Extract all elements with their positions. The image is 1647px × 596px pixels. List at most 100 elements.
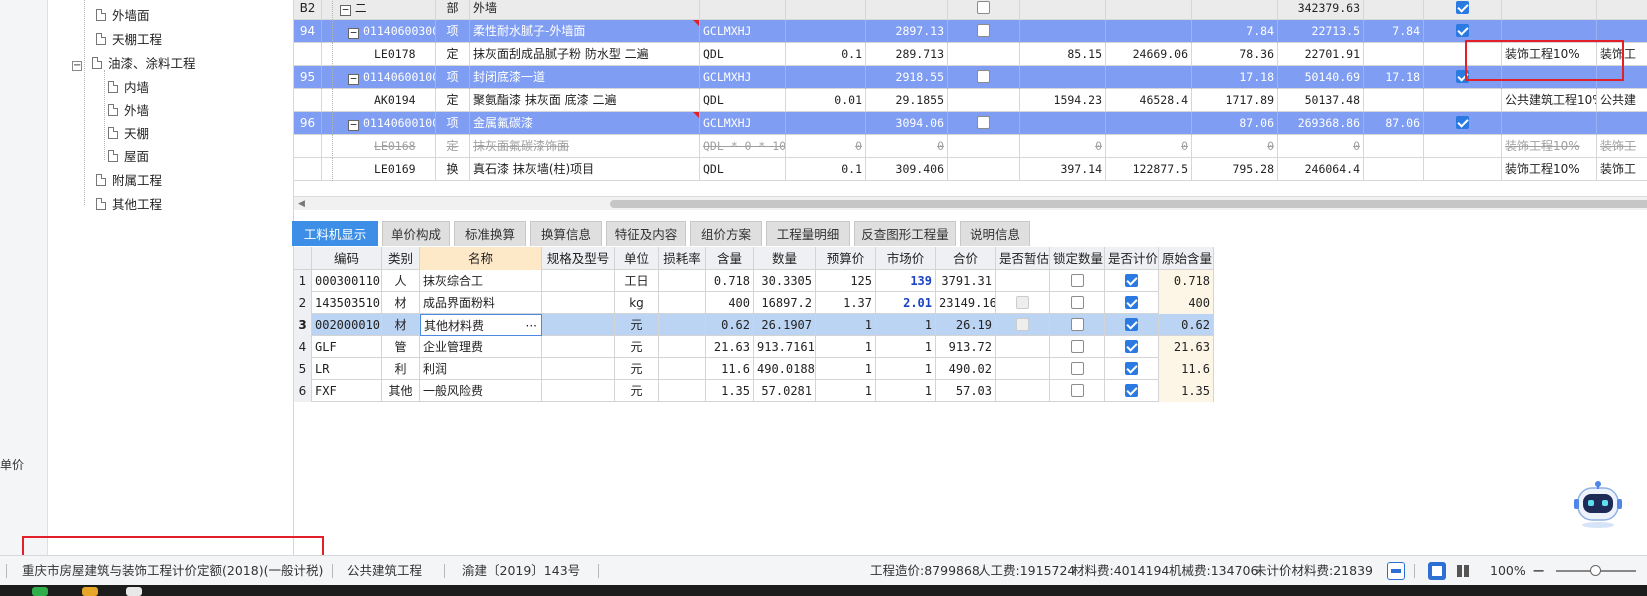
- tree-item-interior-wall[interactable]: 内墙: [108, 78, 149, 98]
- resource-row[interactable]: 4 GLF 管 企业管理费 元 21.63 913.7161 1 1 913.72 21.63: [294, 336, 1214, 358]
- column-header[interactable]: 预算价: [816, 247, 876, 270]
- resource-cell-est[interactable]: [996, 358, 1050, 380]
- bill-cell-chk[interactable]: [948, 89, 1020, 112]
- column-header[interactable]: 含量: [706, 247, 754, 270]
- resource-cell-priced[interactable]: [1105, 270, 1159, 292]
- tree-item-ancillary-works[interactable]: 附属工程: [96, 171, 162, 191]
- collapse-toggle-icon[interactable]: −: [340, 4, 351, 16]
- column-header[interactable]: 编码: [312, 247, 382, 270]
- project-type-label[interactable]: 公共建筑工程: [347, 556, 422, 586]
- bill-row[interactable]: LE0178 定抹灰面刮成品腻子粉 防水型 二遍 QDL 0.1 289.713 85.1…: [294, 43, 1647, 66]
- resource-cell-lock[interactable]: [1050, 358, 1105, 380]
- bill-row[interactable]: 95 −011406001001 项封闭底漆一道 GCLMXHJ 2918.55 17.1…: [294, 66, 1647, 89]
- bill-cell-chk2[interactable]: [1424, 89, 1502, 112]
- bill-cell-chk[interactable]: [948, 43, 1020, 66]
- tree-item-other-works[interactable]: 其他工程: [96, 195, 162, 215]
- collapse-toggle-icon[interactable]: −: [72, 61, 82, 71]
- split-view-icon[interactable]: [1454, 562, 1472, 580]
- checked-checkbox-icon[interactable]: [1125, 384, 1138, 397]
- zoom-slider-knob[interactable]: [1590, 565, 1601, 576]
- resource-row[interactable]: 1 000300110 人 抹灰综合工 工日 0.718 30.3305 125 139 3791…: [294, 270, 1214, 292]
- resource-row[interactable]: 3 002000010 材 其他材料费 ··· 元 0.62 26.1907 1 1 26.19 0.…: [294, 314, 1214, 336]
- bill-cell-chk2[interactable]: [1424, 112, 1502, 135]
- bill-row[interactable]: LE0169 换真石漆 抹灰墙(柱)项目 QDL 0.1 309.406 397.14 12…: [294, 158, 1647, 181]
- checkbox-icon[interactable]: [977, 116, 990, 129]
- quota-library-label[interactable]: 重庆市房屋建筑与装饰工程计价定额(2018)(一般计税): [22, 556, 323, 586]
- single-view-icon[interactable]: [1428, 562, 1446, 580]
- resource-cell-lock[interactable]: [1050, 314, 1105, 336]
- zoom-out-button[interactable]: −: [1532, 556, 1545, 586]
- tree-item-roof[interactable]: 屋面: [108, 147, 149, 167]
- resource-cell-est[interactable]: [996, 292, 1050, 314]
- resource-cell-name[interactable]: 利润: [420, 358, 542, 380]
- tree-item-ceiling-works[interactable]: 天棚工程: [96, 30, 162, 50]
- checkbox-icon[interactable]: [1070, 362, 1084, 375]
- bill-row[interactable]: LE0168 定抹灰面氟碳漆饰面 QDL * 0 * 10 0 0 0 0 0 0 装饰工程10%…: [294, 135, 1647, 158]
- checkbox-icon[interactable]: [1070, 296, 1084, 309]
- tree-item-paint-coating[interactable]: − 油漆、涂料工程: [72, 54, 196, 74]
- bill-cell-chk[interactable]: [948, 135, 1020, 158]
- resource-cell-name[interactable]: 一般风险费: [420, 380, 542, 402]
- checked-checkbox-icon[interactable]: [1125, 340, 1138, 353]
- resource-cell-est[interactable]: [996, 314, 1050, 336]
- resource-cell-est[interactable]: [996, 380, 1050, 402]
- resource-cell-lock[interactable]: [1050, 336, 1105, 358]
- column-header[interactable]: 原始含量: [1159, 247, 1214, 270]
- taskbar-app-icon[interactable]: [32, 587, 48, 596]
- column-header[interactable]: 锁定数量: [1050, 247, 1105, 270]
- tab-4[interactable]: 换算信息: [530, 221, 602, 246]
- tree-item-exterior-wall[interactable]: 外墙: [108, 101, 149, 121]
- bill-cell-chk2[interactable]: [1424, 158, 1502, 181]
- bill-row[interactable]: AK0194 定聚氨酯漆 抹灰面 底漆 二遍 QDL 0.01 29.1855 1594.…: [294, 89, 1647, 112]
- resource-cell-lock[interactable]: [1050, 292, 1105, 314]
- tab-6[interactable]: 组价方案: [690, 221, 762, 246]
- column-header[interactable]: 单位: [615, 247, 659, 270]
- bill-row[interactable]: B2− 二部外墙 342379.63: [294, 0, 1647, 20]
- column-header[interactable]: 是否暂估: [996, 247, 1050, 270]
- resource-cell-est[interactable]: [996, 270, 1050, 292]
- column-header[interactable]: 规格及型号: [542, 247, 615, 270]
- resource-cell-name[interactable]: 抹灰综合工: [420, 270, 542, 292]
- resource-cell-name[interactable]: 企业管理费: [420, 336, 542, 358]
- layout-toggle-icon[interactable]: [1387, 562, 1405, 580]
- column-header[interactable]: 名称: [420, 247, 542, 270]
- bill-cell-chk[interactable]: [948, 20, 1020, 43]
- collapse-toggle-icon[interactable]: −: [348, 27, 359, 39]
- checked-checkbox-icon[interactable]: [1125, 362, 1138, 375]
- checked-checkbox-icon[interactable]: [1456, 116, 1469, 129]
- resource-row[interactable]: 2 143503510 材 成品界面粉料 kg 400 16897.2 1.37 2.01 231…: [294, 292, 1214, 314]
- checkbox-icon[interactable]: [1070, 384, 1084, 397]
- bill-cell-chk2[interactable]: [1424, 135, 1502, 158]
- policy-doc-label[interactable]: 渝建〔2019〕143号: [462, 556, 580, 586]
- bill-row[interactable]: 94 −011406003001 项柔性耐水腻子-外墙面 GCLMXHJ 2897.13…: [294, 20, 1647, 43]
- bill-cell-chk[interactable]: [948, 66, 1020, 89]
- scrollbar-thumb[interactable]: [610, 200, 1647, 208]
- resource-cell-lock[interactable]: [1050, 380, 1105, 402]
- taskbar-app-icon[interactable]: [82, 587, 98, 596]
- checkbox-icon[interactable]: [977, 24, 990, 37]
- bill-row[interactable]: 96 −011406001002 项金属氟碳漆 GCLMXHJ 3094.06 87.06…: [294, 112, 1647, 135]
- resource-cell-est[interactable]: [996, 336, 1050, 358]
- checked-checkbox-icon[interactable]: [1125, 274, 1138, 287]
- ellipsis-button[interactable]: ···: [526, 315, 537, 335]
- checked-checkbox-icon[interactable]: [1125, 296, 1138, 309]
- tree-item-exterior-wall-face[interactable]: 外墙面: [96, 6, 150, 26]
- resource-cell-priced[interactable]: [1105, 314, 1159, 336]
- checked-checkbox-icon[interactable]: [1456, 1, 1469, 14]
- tab-8[interactable]: 反查图形工程量: [854, 221, 956, 246]
- checkbox-icon[interactable]: [977, 1, 990, 14]
- resource-cell-lock[interactable]: [1050, 270, 1105, 292]
- column-header[interactable]: 合价: [936, 247, 996, 270]
- resource-cell-priced[interactable]: [1105, 358, 1159, 380]
- checked-checkbox-icon[interactable]: [1456, 24, 1469, 37]
- collapse-toggle-icon[interactable]: −: [348, 73, 359, 85]
- column-header[interactable]: 数量: [754, 247, 816, 270]
- bill-cell-chk[interactable]: [948, 158, 1020, 181]
- bill-cell-chk2[interactable]: [1424, 0, 1502, 20]
- tab-9[interactable]: 说明信息: [960, 221, 1030, 246]
- horizontal-scrollbar[interactable]: ◀: [294, 196, 1647, 210]
- column-header[interactable]: 类别: [382, 247, 420, 270]
- column-header[interactable]: 是否计价: [1105, 247, 1159, 270]
- collapse-toggle-icon[interactable]: −: [348, 119, 359, 131]
- checkbox-icon[interactable]: [1070, 340, 1084, 353]
